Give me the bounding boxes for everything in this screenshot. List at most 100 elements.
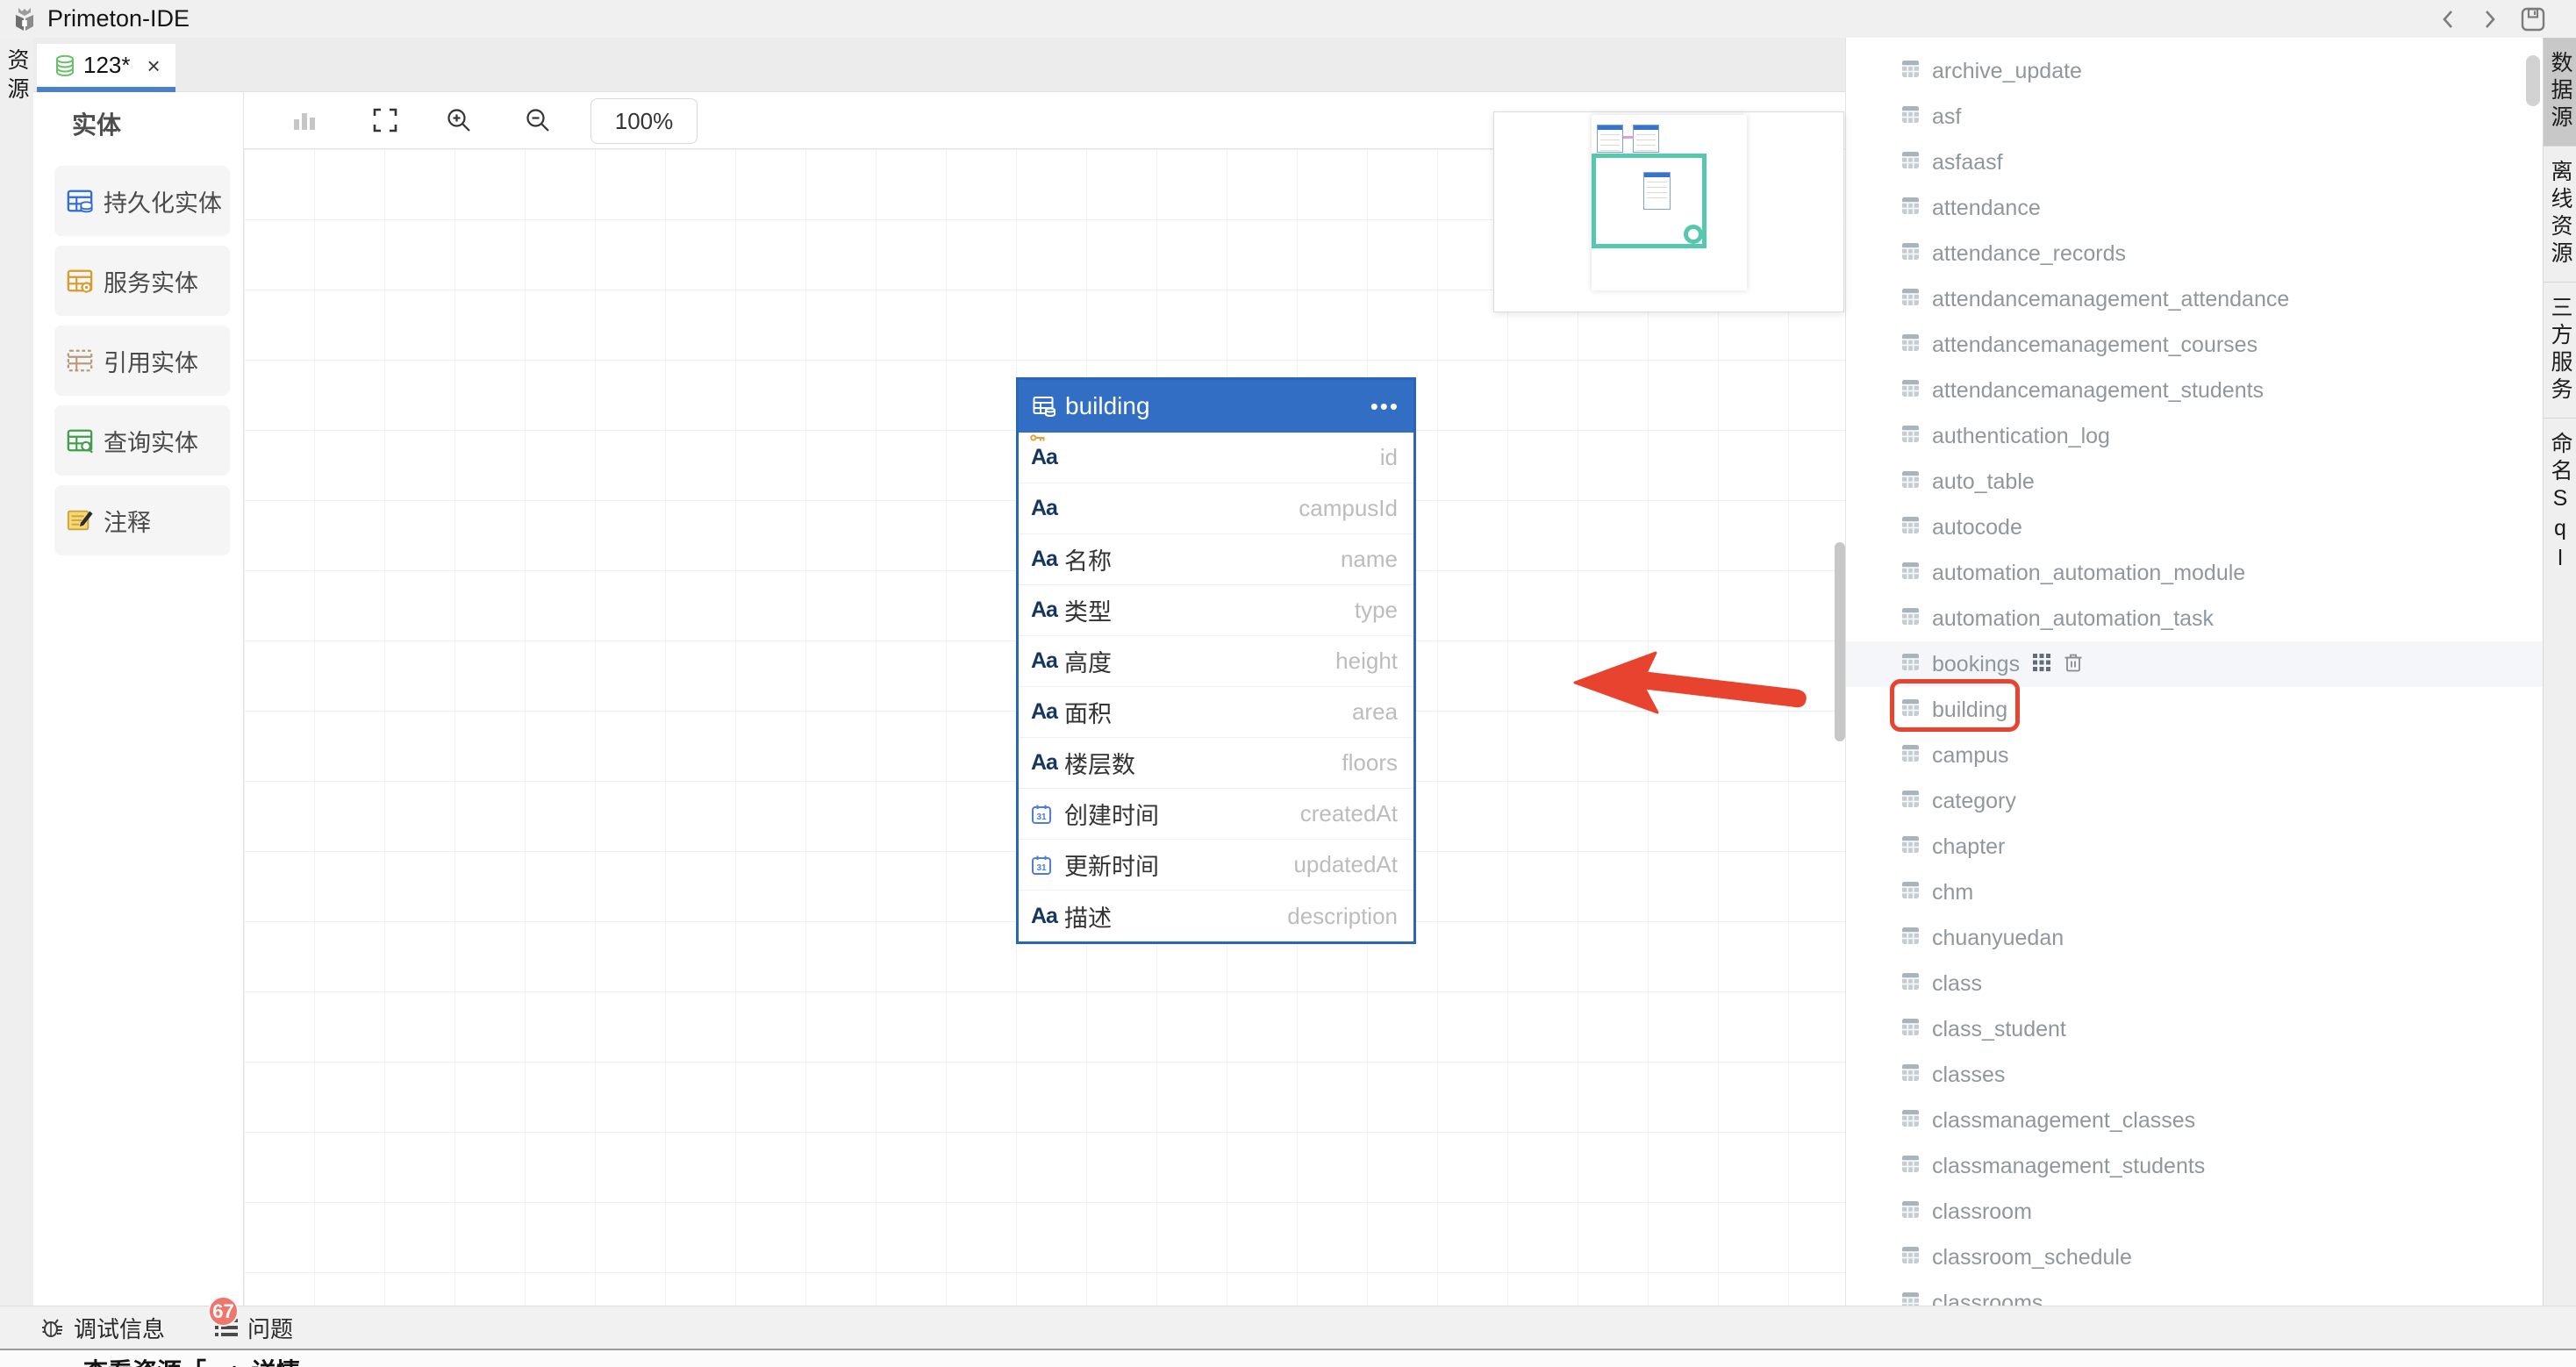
resource-strip[interactable]: 资源 bbox=[0, 38, 34, 1367]
table-name: classmanagement_students bbox=[1932, 1154, 2205, 1179]
entity-field-row-id[interactable]: Aa id bbox=[1019, 433, 1413, 483]
canvas-scrollbar[interactable] bbox=[1835, 542, 1845, 741]
table-list-item-classmanagement_students[interactable]: classmanagement_students bbox=[1846, 1143, 2543, 1189]
debug-info-button[interactable]: 调试信息 bbox=[40, 1312, 165, 1344]
field-name: description bbox=[1287, 903, 1398, 930]
app-title: Primeton-IDE bbox=[47, 5, 190, 32]
entity-field-row-name[interactable]: Aa名称name bbox=[1019, 534, 1413, 585]
svg-text:31: 31 bbox=[1036, 812, 1047, 822]
entity-field-row-updatedAt[interactable]: 31 更新时间updatedAt bbox=[1019, 840, 1413, 891]
table-icon bbox=[1033, 396, 1056, 418]
table-icon bbox=[1901, 242, 1920, 265]
table-name: automation_automation_task bbox=[1932, 606, 2214, 632]
entity-card-building[interactable]: building ••• Aa idAacampusIdAa名称nameAa类型… bbox=[1016, 377, 1416, 944]
palette-item-table-dashed[interactable]: 引用实体 bbox=[54, 326, 230, 396]
table-icon bbox=[1901, 1109, 1920, 1132]
table-icon bbox=[1901, 1018, 1920, 1041]
zoom-in-icon[interactable] bbox=[446, 92, 472, 148]
table-list-item-classmanagement_classes[interactable]: classmanagement_classes bbox=[1846, 1098, 2543, 1143]
table-icon bbox=[1901, 881, 1920, 904]
note-icon bbox=[66, 506, 94, 534]
table-icon bbox=[1901, 1063, 1920, 1086]
text-type-icon: Aa bbox=[1031, 445, 1064, 470]
entity-card-header[interactable]: building ••• bbox=[1019, 380, 1413, 433]
text-type-icon: Aa bbox=[1031, 496, 1064, 521]
entity-field-row-createdAt[interactable]: 31 创建时间createdAt bbox=[1019, 789, 1413, 840]
table-icon bbox=[1901, 470, 1920, 493]
trash-icon[interactable] bbox=[2064, 652, 2083, 677]
palette-item-table-search[interactable]: 查询实体 bbox=[54, 405, 230, 476]
right-tab-离线资源[interactable]: 离线资源 bbox=[2544, 146, 2576, 282]
table-icon bbox=[1901, 288, 1920, 311]
table-list-item-classrooms[interactable]: classrooms bbox=[1846, 1280, 2543, 1306]
table-list-item-auto_table[interactable]: auto_table bbox=[1846, 459, 2543, 505]
table-list-item-automation_automation_module[interactable]: automation_automation_module bbox=[1846, 550, 2543, 596]
table-list-item-class_student[interactable]: class_student bbox=[1846, 1006, 2543, 1052]
table-list-item-asfaasf[interactable]: asfaasf bbox=[1846, 140, 2543, 185]
table-list-item-attendance[interactable]: attendance bbox=[1846, 185, 2543, 231]
forward-icon[interactable] bbox=[2479, 7, 2499, 32]
table-list-item-autocode[interactable]: autocode bbox=[1846, 505, 2543, 550]
table-list-item-attendancemanagement_courses[interactable]: attendancemanagement_courses bbox=[1846, 322, 2543, 368]
palette-item-table-db[interactable]: 持久化实体 bbox=[54, 166, 230, 236]
zoom-level-button[interactable]: 100% bbox=[590, 98, 698, 144]
field-name: height bbox=[1335, 648, 1398, 675]
table-list-item-bookings[interactable]: bookings bbox=[1846, 641, 2543, 687]
entity-menu-icon[interactable]: ••• bbox=[1370, 401, 1399, 412]
tab-close-icon[interactable]: × bbox=[147, 54, 161, 77]
text-type-icon: Aa bbox=[1031, 648, 1064, 674]
table-list-item-attendancemanagement_students[interactable]: attendancemanagement_students bbox=[1846, 368, 2543, 413]
table-list-item-chuanyuedan[interactable]: chuanyuedan bbox=[1846, 915, 2543, 961]
right-tab-数据源[interactable]: 数据源 bbox=[2544, 38, 2576, 146]
entity-field-row-height[interactable]: Aa高度height bbox=[1019, 636, 1413, 687]
right-tab-三方服务[interactable]: 三方服务 bbox=[2544, 282, 2576, 418]
table-list-item-building[interactable]: building bbox=[1846, 687, 2543, 733]
right-tab-命名Sql[interactable]: 命名Sql bbox=[2544, 418, 2576, 589]
table-list-item-attendance_records[interactable]: attendance_records bbox=[1846, 231, 2543, 276]
field-label: 类型 bbox=[1064, 593, 1112, 627]
minimap-viewport-handle[interactable] bbox=[1684, 225, 1703, 244]
minimap[interactable] bbox=[1493, 111, 1844, 312]
field-name: id bbox=[1380, 444, 1398, 471]
right-tab-label: 离线资源 bbox=[2549, 160, 2571, 268]
table-name: attendancemanagement_students bbox=[1932, 378, 2264, 404]
minimap-entity-thumbnail bbox=[1597, 125, 1623, 153]
table-list-item-chapter[interactable]: chapter bbox=[1846, 824, 2543, 870]
entity-field-row-area[interactable]: Aa面积area bbox=[1019, 687, 1413, 738]
chart-icon[interactable] bbox=[292, 92, 317, 148]
field-name: createdAt bbox=[1300, 800, 1398, 827]
table-name: bookings bbox=[1932, 652, 2020, 677]
palette-item-table-gear[interactable]: 服务实体 bbox=[54, 246, 230, 316]
right-tab-strip: 数据源离线资源三方服务命名Sql bbox=[2543, 38, 2576, 1367]
table-list-item-classes[interactable]: classes bbox=[1846, 1052, 2543, 1098]
table-list-item-category[interactable]: category bbox=[1846, 778, 2543, 824]
entity-field-row-type[interactable]: Aa类型type bbox=[1019, 585, 1413, 636]
table-name: asf bbox=[1932, 104, 1961, 130]
entity-field-row-description[interactable]: Aa描述description bbox=[1019, 891, 1413, 941]
calendar-icon: 31 bbox=[1031, 855, 1064, 876]
zoom-out-icon[interactable] bbox=[525, 92, 551, 148]
table-list-item-classroom[interactable]: classroom bbox=[1846, 1189, 2543, 1235]
table-list-item-campus[interactable]: campus bbox=[1846, 733, 2543, 778]
save-icon[interactable] bbox=[2520, 6, 2546, 32]
entity-field-row-floors[interactable]: Aa楼层数floors bbox=[1019, 738, 1413, 789]
table-name: classrooms bbox=[1932, 1291, 2043, 1306]
tab-123[interactable]: 123* × bbox=[37, 44, 175, 92]
table-name: attendancemanagement_courses bbox=[1932, 333, 2258, 358]
grid-view-icon[interactable] bbox=[2032, 653, 2051, 676]
table-list-item-classroom_schedule[interactable]: classroom_schedule bbox=[1846, 1235, 2543, 1280]
right-tab-label: 数据源 bbox=[2549, 51, 2571, 132]
table-icon bbox=[1901, 835, 1920, 858]
table-list-item-chm[interactable]: chm bbox=[1846, 870, 2543, 915]
table-list-item-attendancemanagement_attendance[interactable]: attendancemanagement_attendance bbox=[1846, 276, 2543, 322]
sidebar-scrollbar[interactable] bbox=[2526, 55, 2540, 106]
palette-item-note[interactable]: 注释 bbox=[54, 485, 230, 555]
back-icon[interactable] bbox=[2439, 7, 2458, 32]
table-list-item-authentication_log[interactable]: authentication_log bbox=[1846, 413, 2543, 459]
table-list-item-asf[interactable]: asf bbox=[1846, 94, 2543, 140]
table-list-item-automation_automation_task[interactable]: automation_automation_task bbox=[1846, 596, 2543, 641]
table-list-item-class[interactable]: class bbox=[1846, 961, 2543, 1006]
entity-field-row-campusId[interactable]: AacampusId bbox=[1019, 483, 1413, 534]
fit-screen-icon[interactable] bbox=[373, 92, 397, 148]
table-list-item-archive_update[interactable]: archive_update bbox=[1846, 48, 2543, 94]
